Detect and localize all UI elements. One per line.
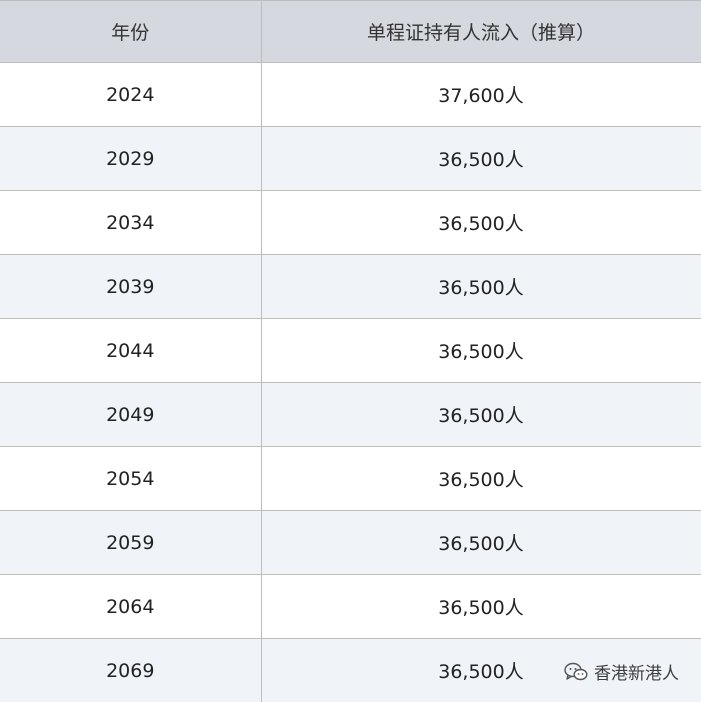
table-header-row: 年份 单程证持有人流入（推算） [0, 0, 701, 63]
watermark-text: 香港新港人 [594, 664, 679, 684]
header-inflow: 单程证持有人流入（推算） [260, 0, 701, 63]
cell-inflow: 37,600人 [260, 62, 701, 127]
table-row: 2029 36,500人 [0, 126, 701, 191]
table-row: 2049 36,500人 [0, 382, 701, 447]
cell-year: 2034 [0, 190, 262, 255]
cell-year: 2059 [0, 510, 262, 575]
cell-inflow: 36,500人 [260, 190, 701, 255]
table-row: 2064 36,500人 [0, 574, 701, 639]
table-row: 2054 36,500人 [0, 446, 701, 511]
cell-year: 2064 [0, 574, 262, 639]
cell-inflow: 36,500人 [260, 126, 701, 191]
cell-inflow: 36,500人 [260, 446, 701, 511]
table-row: 2024 37,600人 [0, 62, 701, 127]
cell-inflow: 36,500人 [260, 574, 701, 639]
cell-year: 2049 [0, 382, 262, 447]
header-year: 年份 [0, 0, 262, 63]
cell-inflow: 36,500人 [260, 254, 701, 319]
cell-year: 2029 [0, 126, 262, 191]
data-table-container: 年份 单程证持有人流入（推算） 2024 37,600人 2029 36,500… [0, 0, 701, 702]
cell-inflow: 36,500人 [260, 382, 701, 447]
cell-inflow: 36,500人 [260, 318, 701, 383]
table-row: 2044 36,500人 [0, 318, 701, 383]
table-row: 2059 36,500人 [0, 510, 701, 575]
watermark: 香港新港人 [564, 659, 679, 684]
wechat-icon [564, 662, 588, 682]
cell-year: 2039 [0, 254, 262, 319]
cell-year: 2069 [0, 638, 262, 702]
cell-inflow: 36,500人 [260, 510, 701, 575]
cell-year: 2024 [0, 62, 262, 127]
cell-year: 2044 [0, 318, 262, 383]
table-row: 2039 36,500人 [0, 254, 701, 319]
cell-year: 2054 [0, 446, 262, 511]
table-row: 2034 36,500人 [0, 190, 701, 255]
population-inflow-table: 年份 单程证持有人流入（推算） 2024 37,600人 2029 36,500… [0, 0, 701, 702]
